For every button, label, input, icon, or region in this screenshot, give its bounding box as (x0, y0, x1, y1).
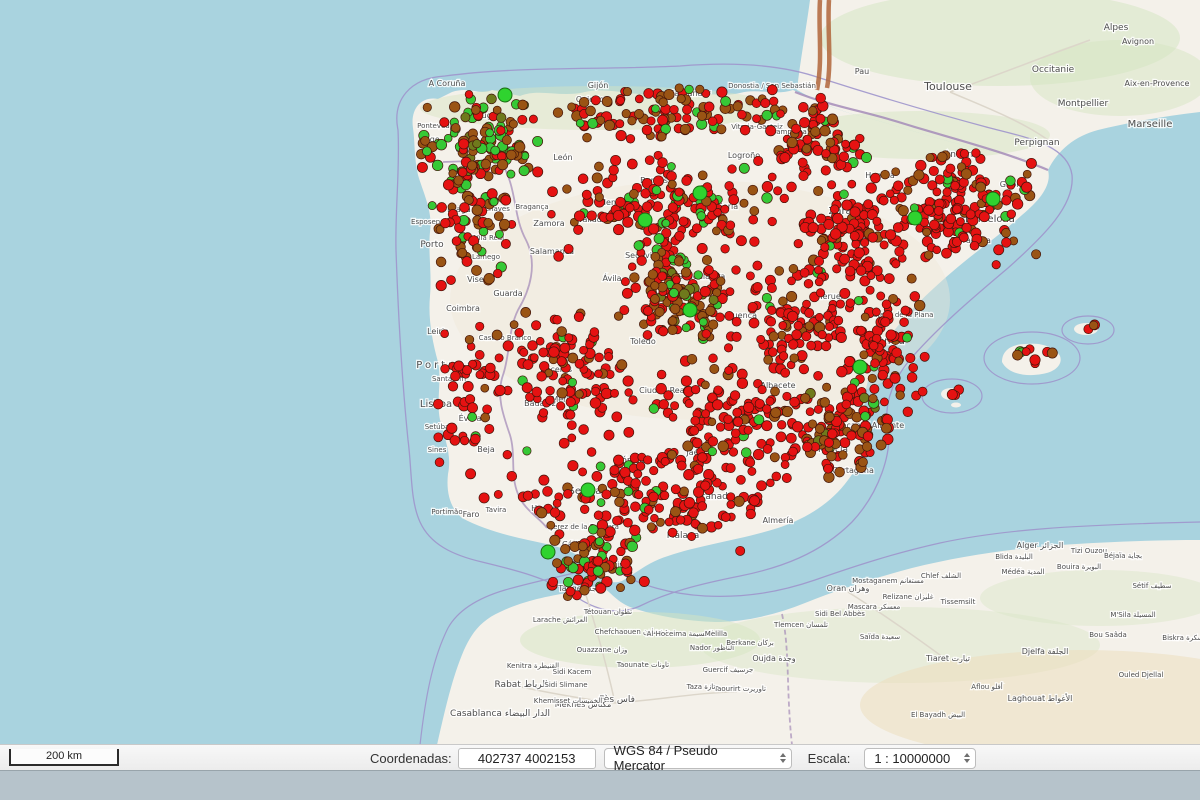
svg-text:Bragança: Bragança (515, 203, 548, 211)
svg-text:Taounate تاونات: Taounate تاونات (616, 661, 669, 669)
svg-text:A Coruña: A Coruña (429, 79, 466, 88)
svg-text:Coimbra: Coimbra (446, 304, 480, 313)
svg-text:Sidi Slimane: Sidi Slimane (544, 681, 587, 689)
coordinates-input[interactable] (458, 748, 596, 769)
svg-text:Tissemsilt: Tissemsilt (940, 598, 976, 606)
svg-text:El Bayadh البيض: El Bayadh البيض (911, 711, 965, 719)
svg-text:Marseille: Marseille (1128, 119, 1173, 130)
svg-text:Larache العرائش: Larache العرائش (533, 616, 587, 624)
scale-label: Escala: (808, 751, 851, 766)
svg-text:Taza تازة: Taza تازة (686, 683, 716, 691)
svg-text:Gijón: Gijón (588, 80, 609, 90)
svg-text:Toulouse: Toulouse (923, 80, 972, 93)
svg-text:Avignon: Avignon (1122, 37, 1154, 46)
svg-text:Sidi Kacem: Sidi Kacem (553, 668, 592, 676)
svg-text:Relizane غليزان: Relizane غليزان (883, 593, 934, 601)
svg-text:Faro: Faro (463, 510, 480, 519)
formentera-island (951, 403, 961, 408)
crs-select-value: WGS 84 / Pseudo Mercator (614, 743, 772, 773)
svg-text:Casablanca الدار البيضاء: Casablanca الدار البيضاء (450, 709, 550, 719)
svg-text:Médéa المدية: Médéa المدية (1001, 568, 1044, 576)
crs-select[interactable]: WGS 84 / Pseudo Mercator (604, 748, 792, 769)
svg-text:Ouled Djellal: Ouled Djellal (1119, 671, 1164, 679)
svg-text:Pau: Pau (855, 67, 869, 76)
svg-text:Ouazzane وزان: Ouazzane وزان (577, 646, 628, 654)
svg-text:Khemisset الخميسات: Khemisset الخميسات (534, 697, 602, 705)
svg-text:Biskra بسكرة: Biskra بسكرة (1162, 634, 1200, 642)
svg-text:Aix-en-Provence: Aix-en-Provence (1125, 79, 1190, 88)
svg-text:Toledo: Toledo (629, 337, 656, 346)
chevron-up-down-icon (780, 753, 786, 763)
svg-text:Chlef الشلف: Chlef الشلف (921, 572, 961, 580)
svg-text:Sidi Bel Abbès: Sidi Bel Abbès (815, 610, 865, 618)
coordinates-label: Coordenadas: (370, 751, 452, 766)
svg-text:Aflou أفلو: Aflou أفلو (971, 682, 1002, 691)
svg-text:Almería: Almería (763, 516, 794, 525)
svg-text:M'Sila المسيلة: M'Sila المسيلة (1110, 611, 1155, 619)
svg-text:Laghouat الأغواط: Laghouat الأغواط (1008, 693, 1073, 703)
svg-text:Rabat الرباط: Rabat الرباط (495, 680, 548, 690)
svg-text:Tlemcen تلمسان: Tlemcen تلمسان (773, 621, 828, 629)
svg-text:Beja: Beja (477, 445, 495, 454)
scale-select[interactable]: 1 : 10000000 (864, 748, 976, 769)
svg-text:Béjaïa بجاية: Béjaïa بجاية (1104, 552, 1142, 560)
svg-text:Montpellier: Montpellier (1058, 99, 1109, 109)
svg-text:Tétouan تطوان: Tétouan تطوان (583, 608, 632, 616)
scale-bar: 200 km (9, 749, 119, 766)
svg-text:Portimão: Portimão (431, 508, 462, 516)
svg-text:Djelfa الجلفة: Djelfa الجلفة (1022, 647, 1069, 656)
svg-text:Tizi Ouzou: Tizi Ouzou (1070, 547, 1107, 555)
svg-text:Zamora: Zamora (533, 219, 564, 228)
svg-text:Guarda: Guarda (493, 289, 522, 298)
svg-text:Blida البليدة: Blida البليدة (995, 553, 1033, 561)
svg-text:Sines: Sines (428, 446, 447, 454)
svg-text:Lamego: Lamego (472, 253, 500, 261)
svg-text:Alpes: Alpes (1104, 23, 1129, 33)
svg-text:Oujda وجدة: Oujda وجدة (752, 654, 795, 663)
svg-text:Oran وهران: Oran وهران (827, 584, 870, 593)
svg-text:Kenitra القنيطرة: Kenitra القنيطرة (507, 662, 559, 670)
svg-text:Bou Saâda: Bou Saâda (1089, 631, 1127, 639)
status-bar: 200 km Coordenadas: WGS 84 / Pseudo Merc… (0, 744, 1200, 770)
svg-text:Ávila: Ávila (602, 272, 621, 283)
svg-text:Saïda سعيدة: Saïda سعيدة (860, 633, 900, 641)
svg-text:Sétif سطيف: Sétif سطيف (1132, 582, 1171, 590)
svg-text:Tavira: Tavira (485, 506, 507, 514)
svg-text:Mostaganem مستغانم: Mostaganem مستغانم (852, 577, 924, 585)
svg-text:León: León (553, 152, 572, 162)
svg-text:Mascara معسكر: Mascara معسكر (848, 603, 901, 611)
svg-text:Al Hoceima الحسيمة: Al Hoceima الحسيمة (647, 630, 714, 638)
svg-text:Melilla: Melilla (705, 630, 727, 638)
svg-text:Berkane بركان: Berkane بركان (726, 639, 774, 647)
svg-text:Taourirt تاوريرت: Taourirt تاوريرت (713, 685, 766, 693)
svg-text:Castelo Branco: Castelo Branco (479, 334, 532, 342)
background-window-area (0, 770, 1200, 800)
svg-text:Occitanie: Occitanie (1032, 65, 1075, 75)
svg-text:Porto: Porto (420, 240, 444, 250)
svg-text:Guercif جرسيف: Guercif جرسيف (703, 666, 754, 674)
svg-text:Bouira البويرة: Bouira البويرة (1057, 563, 1101, 571)
svg-text:Tiaret تيارت: Tiaret تيارت (925, 654, 970, 663)
svg-text:Perpignan: Perpignan (1014, 138, 1059, 148)
scale-select-value: 1 : 10000000 (874, 751, 950, 766)
svg-text:Alger الجزائر: Alger الجزائر (1017, 541, 1064, 550)
chevron-up-down-icon (964, 753, 970, 763)
scale-bar-label: 200 km (46, 750, 82, 762)
map-canvas[interactable]: A CoruñaLugoPontevedraVigoOurenseGijónOv… (0, 0, 1200, 744)
